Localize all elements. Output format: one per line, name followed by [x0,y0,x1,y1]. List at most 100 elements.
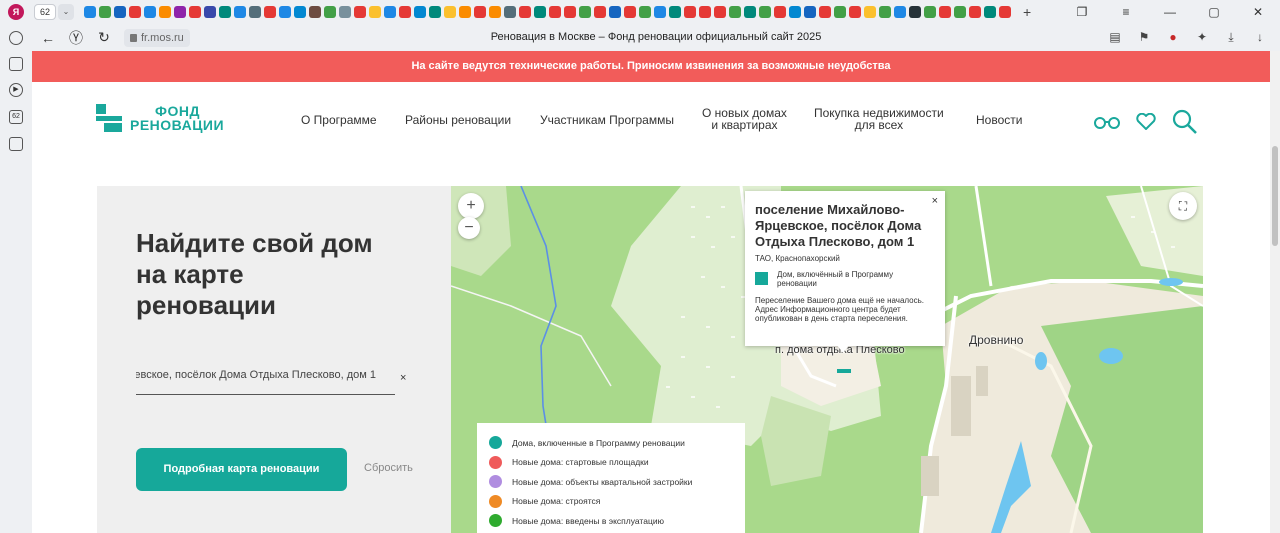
pinned-tab-favicon[interactable] [159,6,172,18]
pinned-tab-favicon[interactable] [894,6,907,18]
bookmark-icon[interactable]: ⚑ [1136,29,1152,45]
pinned-tab-favicon[interactable] [564,6,577,18]
pinned-tab-favicon[interactable] [579,6,592,18]
pinned-tab-favicon[interactable] [129,6,142,18]
pinned-tab-favicon[interactable] [639,6,652,18]
zoom-out-button[interactable]: − [458,217,480,239]
pinned-tab-favicon[interactable] [429,6,442,18]
menu-icon[interactable]: ≡ [1104,0,1148,24]
fullscreen-icon[interactable]: ⛶ [1169,192,1197,220]
browser-logo-icon[interactable]: Я [8,4,24,20]
pinned-tab-favicon[interactable] [909,6,922,18]
back-arrow-icon[interactable]: ← [34,30,62,46]
extensions-icon[interactable]: ✦ [1194,29,1210,45]
pinned-tab-favicon[interactable] [84,6,97,18]
pinned-tab-favicon[interactable] [324,6,337,18]
pinned-tab-favicon[interactable] [444,6,457,18]
tab-count-badge[interactable]: 62 [34,4,57,20]
reload-icon[interactable]: ↻ [90,29,118,46]
reader-icon[interactable]: ▤ [1107,29,1123,45]
pinned-tab-favicon[interactable] [204,6,217,18]
pinned-tab-favicon[interactable] [294,6,307,18]
pinned-tab-favicon[interactable] [834,6,847,18]
pinned-tab-favicon[interactable] [474,6,487,18]
pinned-tab-favicon[interactable] [99,6,112,18]
pinned-tab-favicon[interactable] [939,6,952,18]
pinned-tab-favicon[interactable] [879,6,892,18]
pinned-tab-favicon[interactable] [504,6,517,18]
pinned-tab-favicon[interactable] [669,6,682,18]
pinned-tab-favicon[interactable] [459,6,472,18]
popup-close-icon[interactable]: × [932,195,938,207]
pinned-tab-favicon[interactable] [774,6,787,18]
pinned-tab-favicon[interactable] [804,6,817,18]
history-icon[interactable] [9,31,23,45]
url-field[interactable]: fr.mos.ru [124,28,190,47]
pinned-tab-favicon[interactable] [924,6,937,18]
pinned-tab-favicon[interactable] [864,6,877,18]
tabs-count-icon[interactable]: 62 [9,110,23,124]
pinned-tab-favicon[interactable] [849,6,862,18]
renovation-map[interactable]: + − ⛶ Дровнино п. дома отдыха Плесково п… [451,186,1203,533]
accessibility-glasses-icon[interactable] [1094,115,1120,129]
pinned-tab-favicon[interactable] [789,6,802,18]
pinned-tab-favicon[interactable] [729,6,742,18]
pinned-tab-favicon[interactable] [249,6,262,18]
tab-list-chevron-icon[interactable]: ⌄ [58,4,75,20]
nav-item-property-purchase[interactable]: Покупка недвижимости для всех [814,107,944,131]
pinned-tab-favicon[interactable] [999,6,1012,18]
pinned-tab-favicon[interactable] [714,6,727,18]
minimize-icon[interactable]: — [1148,0,1192,24]
pinned-tab-favicon[interactable] [954,6,967,18]
pinned-tab-favicon[interactable] [174,6,187,18]
pinned-tab-favicon[interactable] [399,6,412,18]
pinned-tab-favicon[interactable] [744,6,757,18]
pinned-tab-favicon[interactable] [819,6,832,18]
pinned-tab-favicon[interactable] [759,6,772,18]
pinned-tab-favicon[interactable] [279,6,292,18]
reset-button[interactable]: Сбросить [364,462,413,474]
downloads-icon[interactable] [9,137,23,151]
nav-item-districts[interactable]: Районы реновации [405,114,511,126]
close-window-icon[interactable]: ✕ [1236,0,1280,24]
pinned-tab-favicon[interactable] [609,6,622,18]
scrollbar-thumb[interactable] [1272,146,1278,246]
pinned-tab-favicon[interactable] [624,6,637,18]
pinned-tab-favicon[interactable] [534,6,547,18]
zoom-in-button[interactable]: + [458,193,484,219]
detailed-map-button[interactable]: Подробная карта реновации [136,448,347,491]
pinned-tab-favicon[interactable] [339,6,352,18]
pinned-tab-favicon[interactable] [969,6,982,18]
search-icon[interactable] [1172,109,1198,135]
pinned-tab-favicon[interactable] [309,6,322,18]
pinned-tab-favicon[interactable] [144,6,157,18]
pinned-tab-favicon[interactable] [369,6,382,18]
pinned-tab-favicon[interactable] [384,6,397,18]
nav-item-new-houses[interactable]: О новых домах и квартирах [702,107,787,131]
pinned-tab-favicon[interactable] [699,6,712,18]
pinned-tab-favicon[interactable] [519,6,532,18]
profile-icon[interactable]: ● [1165,29,1181,45]
pinned-tab-favicon[interactable] [354,6,367,18]
pinned-tab-favicon[interactable] [414,6,427,18]
new-tab-plus-icon[interactable]: + [1023,4,1031,20]
pinned-tab-favicon[interactable] [114,6,127,18]
favorites-heart-icon[interactable] [1136,113,1156,131]
pinned-tab-favicon[interactable] [549,6,562,18]
pinned-tab-favicon[interactable] [984,6,997,18]
pinned-tab-favicon[interactable] [219,6,232,18]
download-arrow-icon[interactable]: ↓ [1252,29,1268,45]
tabs-collection-icon[interactable]: ❐ [1060,0,1104,24]
restore-icon[interactable]: ▢ [1192,0,1236,24]
selected-house-marker[interactable] [837,369,851,373]
address-search-input[interactable] [136,363,376,387]
pinned-tab-favicon[interactable] [684,6,697,18]
pinned-tab-favicon[interactable] [189,6,202,18]
nav-item-about[interactable]: О Программе [301,114,377,126]
pinned-tab-favicon[interactable] [654,6,667,18]
play-icon[interactable]: ▶ [9,83,23,97]
nav-item-participants[interactable]: Участникам Программы [540,114,674,126]
clear-search-icon[interactable]: × [400,372,406,384]
yandex-icon[interactable]: Ⓨ [62,28,90,48]
page-scrollbar[interactable] [1270,51,1280,533]
